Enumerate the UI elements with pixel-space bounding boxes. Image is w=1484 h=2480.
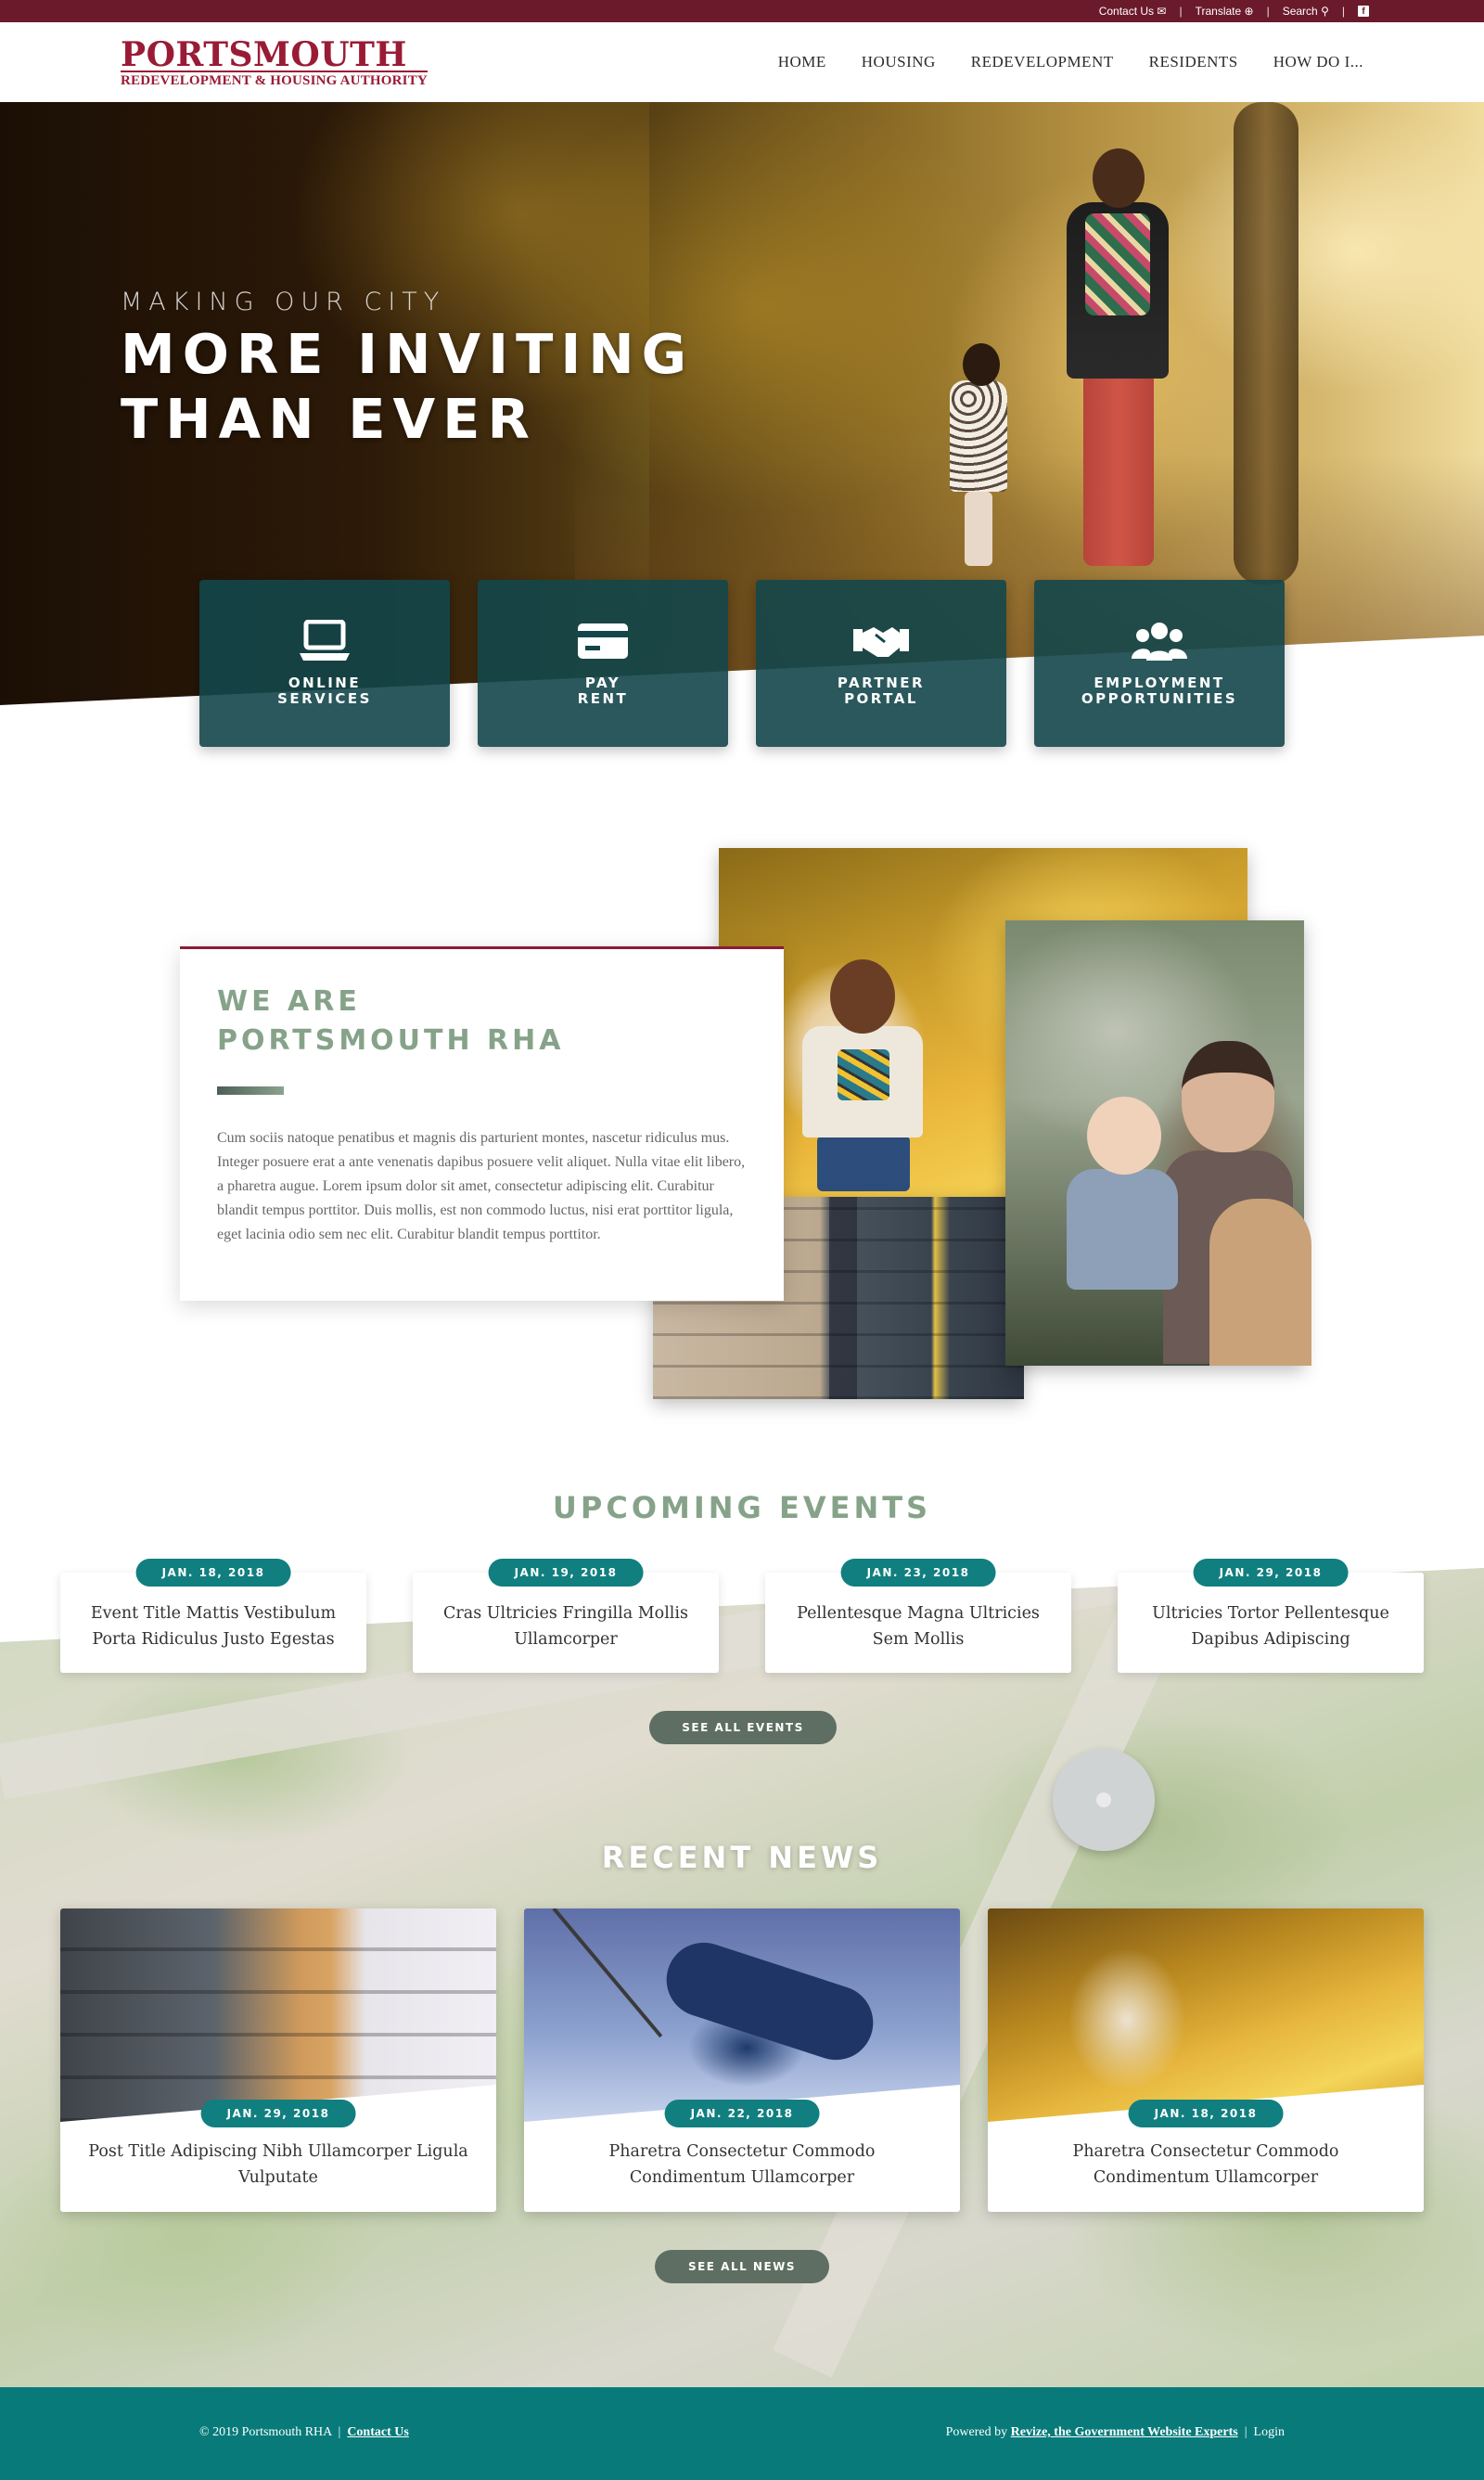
footer-copyright: © 2019 Portsmouth RHA: [199, 2425, 332, 2439]
quick-link-label: PAY RENT: [577, 675, 629, 707]
site-header: PORTSMOUTH REDEVELOPMENT & HOUSING AUTHO…: [0, 22, 1484, 102]
quick-link-label: ONLINE SERVICES: [277, 675, 372, 707]
news-date-badge: JAN. 29, 2018: [200, 2100, 356, 2127]
nav-item-residents[interactable]: RESIDENTS: [1149, 53, 1238, 71]
laptop-icon: [300, 620, 350, 661]
quick-link-label: EMPLOYMENT OPPORTUNITIES: [1081, 675, 1238, 707]
quick-links: ONLINE SERVICES PAY RENT PARTNER PORTAL …: [199, 580, 1285, 747]
event-date-badge: JAN. 29, 2018: [1193, 1559, 1349, 1587]
search-link[interactable]: Search ⚲: [1283, 5, 1329, 18]
hero-title-line1: MORE INVITING: [121, 322, 695, 386]
handshake-icon: [853, 627, 909, 657]
about-body: Cum sociis natoque penatibus et magnis d…: [217, 1130, 746, 1242]
translate-link[interactable]: Translate ⊕: [1196, 5, 1254, 18]
utility-bar: Contact Us ✉ | Translate ⊕ | Search ⚲ | …: [0, 0, 1484, 22]
utility-separator: |: [1341, 5, 1345, 18]
news-image-building: [60, 1908, 496, 2122]
contact-us-label: Contact Us: [1098, 5, 1155, 18]
translate-label: Translate: [1195, 5, 1242, 18]
nav-item-home[interactable]: HOME: [778, 53, 826, 71]
event-title: Cras Ultricies Fringilla Mollis Ullamcor…: [443, 1604, 688, 1649]
news-date-badge: JAN. 18, 2018: [1128, 2100, 1284, 2127]
quick-link-employment[interactable]: EMPLOYMENT OPPORTUNITIES: [1034, 580, 1285, 747]
news-image-sprinkler: [988, 1908, 1424, 2122]
footer-left: © 2019 Portsmouth RHA | Contact Us: [199, 2425, 409, 2439]
quick-link-label: PARTNER PORTAL: [837, 675, 926, 707]
facebook-icon[interactable]: f: [1358, 6, 1369, 17]
events-heading: UPCOMING EVENTS: [552, 1490, 932, 1525]
globe-icon: ⊕: [1244, 5, 1254, 18]
event-card[interactable]: JAN. 18, 2018 Event Title Mattis Vestibu…: [60, 1559, 366, 1673]
umbrella-shape: [1053, 1749, 1155, 1851]
event-card[interactable]: JAN. 29, 2018 Ultricies Tortor Pellentes…: [1118, 1559, 1424, 1673]
about-card: WE ARE PORTSMOUTH RHA Cum sociis natoque…: [180, 946, 784, 1301]
event-date-badge: JAN. 19, 2018: [488, 1559, 644, 1587]
news-list: JAN. 29, 2018 Post Title Adipiscing Nibh…: [60, 1908, 1424, 2212]
hero-kicker: MAKING OUR CITY: [121, 288, 446, 316]
footer-login-link[interactable]: Login: [1254, 2425, 1285, 2439]
quick-link-online-services[interactable]: ONLINE SERVICES: [199, 580, 450, 747]
logo-wordmark: PORTSMOUTH: [121, 35, 407, 74]
footer-contact-link[interactable]: Contact Us: [347, 2425, 409, 2439]
footer-right: Powered by Revize, the Government Websit…: [945, 2425, 1285, 2439]
search-icon: ⚲: [1321, 5, 1329, 18]
news-card[interactable]: JAN. 22, 2018 Pharetra Consectetur Commo…: [524, 1908, 960, 2212]
credit-card-icon: [578, 623, 628, 659]
event-title: Event Title Mattis Vestibulum Porta Ridi…: [90, 1604, 337, 1649]
about-heading-line2: PORTSMOUTH RHA: [217, 1024, 565, 1057]
utility-separator: |: [1266, 5, 1270, 18]
utility-links: Contact Us ✉ | Translate ⊕ | Search ⚲ | …: [1099, 5, 1369, 18]
see-all-events-button[interactable]: SEE ALL EVENTS: [649, 1711, 837, 1744]
event-title: Ultricies Tortor Pellentesque Dapibus Ad…: [1152, 1604, 1389, 1649]
news-card[interactable]: JAN. 18, 2018 Pharetra Consectetur Commo…: [988, 1908, 1424, 2212]
about-divider: [217, 1086, 284, 1095]
event-title: Pellentesque Magna Ultricies Sem Mollis: [797, 1604, 1040, 1649]
users-icon: [1132, 623, 1187, 661]
envelope-icon: ✉: [1157, 5, 1167, 18]
hero-title-line2: THAN EVER: [121, 387, 537, 451]
nav-item-redevelopment[interactable]: REDEVELOPMENT: [971, 53, 1114, 71]
photo-family: [1005, 920, 1311, 1366]
hero-tree: [1234, 102, 1298, 585]
event-card[interactable]: JAN. 19, 2018 Cras Ultricies Fringilla M…: [413, 1559, 719, 1673]
nav-item-housing[interactable]: HOUSING: [862, 53, 936, 71]
news-date-badge: JAN. 22, 2018: [664, 2100, 820, 2127]
site-footer: © 2019 Portsmouth RHA | Contact Us Power…: [0, 2387, 1484, 2480]
utility-separator: |: [1179, 5, 1183, 18]
event-date-badge: JAN. 18, 2018: [135, 1559, 291, 1587]
footer-powered-prefix: Powered by: [945, 2425, 1008, 2439]
news-title: Pharetra Consectetur Commodo Condimentum…: [1072, 2142, 1339, 2187]
quick-link-pay-rent[interactable]: PAY RENT: [478, 580, 728, 747]
quick-link-partner-portal[interactable]: PARTNER PORTAL: [756, 580, 1006, 747]
search-label: Search: [1282, 5, 1318, 18]
site-logo[interactable]: PORTSMOUTH REDEVELOPMENT & HOUSING AUTHO…: [121, 35, 428, 88]
news-card[interactable]: JAN. 29, 2018 Post Title Adipiscing Nibh…: [60, 1908, 496, 2212]
logo-subtitle: REDEVELOPMENT & HOUSING AUTHORITY: [121, 71, 428, 88]
see-all-news-button[interactable]: SEE ALL NEWS: [655, 2250, 829, 2283]
hero-headline: MAKING OUR CITY MORE INVITING THAN EVER: [121, 288, 694, 452]
news-title: Pharetra Consectetur Commodo Condimentum…: [608, 2142, 876, 2187]
news-image-swing: [524, 1908, 960, 2122]
contact-us-link[interactable]: Contact Us ✉: [1099, 5, 1167, 18]
news-heading: RECENT NEWS: [601, 1840, 883, 1875]
about-heading-line1: WE ARE: [217, 985, 361, 1018]
hero-mother-figure: [1057, 148, 1178, 575]
hero-child-figure: [946, 343, 1011, 566]
event-card[interactable]: JAN. 23, 2018 Pellentesque Magna Ultrici…: [765, 1559, 1071, 1673]
footer-vendor-link[interactable]: Revize, the Government Website Experts: [1011, 2425, 1238, 2439]
events-list: JAN. 18, 2018 Event Title Mattis Vestibu…: [60, 1559, 1424, 1673]
event-date-badge: JAN. 23, 2018: [840, 1559, 996, 1587]
nav-item-how-do-i[interactable]: HOW DO I...: [1273, 53, 1363, 71]
main-nav: HOME HOUSING REDEVELOPMENT RESIDENTS HOW…: [778, 53, 1363, 71]
news-title: Post Title Adipiscing Nibh Ullamcorper L…: [88, 2142, 468, 2187]
